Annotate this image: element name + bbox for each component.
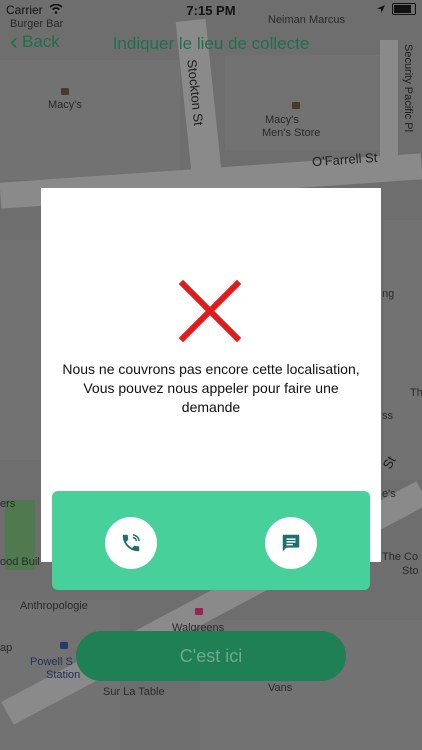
map-block bbox=[0, 60, 180, 180]
map-label: Macy's bbox=[265, 114, 299, 126]
pharmacy-icon bbox=[195, 608, 203, 615]
status-right bbox=[376, 3, 416, 15]
contact-action-panel bbox=[52, 491, 370, 590]
map-label: ng bbox=[382, 288, 395, 300]
map-label: ers bbox=[0, 498, 16, 510]
map-label: ss bbox=[382, 410, 393, 422]
map-label: Macy's bbox=[48, 99, 82, 111]
status-bar: Carrier 7:15 PM bbox=[0, 0, 422, 20]
map-label: ap bbox=[0, 642, 13, 654]
shopping-bag-icon bbox=[292, 102, 300, 109]
map-label: e's bbox=[382, 488, 396, 500]
status-time: 7:15 PM bbox=[186, 3, 236, 18]
page-title: Indiquer le lieu de collecte bbox=[112, 34, 310, 53]
transit-icon bbox=[60, 642, 68, 649]
map-label: Men's Store bbox=[262, 127, 321, 139]
map-block bbox=[0, 240, 40, 460]
error-x-icon bbox=[179, 280, 241, 342]
map-label: ood Buil bbox=[0, 556, 40, 568]
map-label: Station bbox=[46, 669, 81, 681]
shopping-bag-icon bbox=[61, 88, 69, 95]
map-label: Sto bbox=[402, 565, 419, 577]
call-button[interactable] bbox=[105, 517, 157, 569]
map-label: The Co bbox=[382, 551, 419, 563]
modal-message: Nous ne couvrons pas encore cette locali… bbox=[62, 361, 360, 415]
map-label: Anthropologie bbox=[20, 600, 88, 612]
map-label: Powell S bbox=[30, 656, 73, 668]
battery-icon bbox=[392, 3, 416, 15]
confirm-location-button[interactable]: C'est ici bbox=[76, 631, 346, 681]
map-label: Vans bbox=[268, 682, 293, 694]
location-arrow-icon bbox=[377, 5, 385, 13]
map-label: Sur La Table bbox=[103, 686, 165, 698]
nav-bar: ‹ Back Indiquer le lieu de collecte bbox=[0, 26, 422, 62]
phone-icon bbox=[122, 534, 140, 552]
message-button[interactable] bbox=[265, 517, 317, 569]
map-label: Th bbox=[410, 387, 422, 399]
chat-icon bbox=[282, 534, 300, 552]
map-block bbox=[384, 220, 422, 480]
